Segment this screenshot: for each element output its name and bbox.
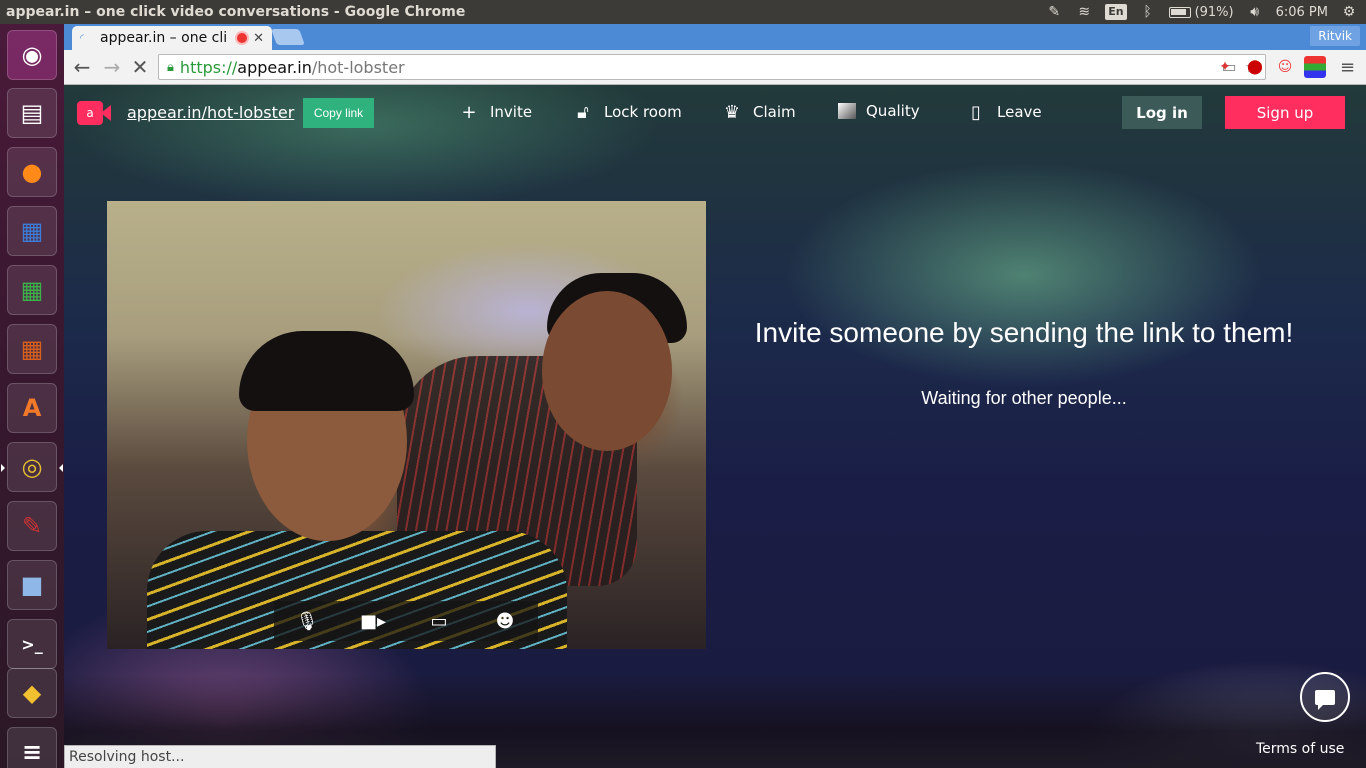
- leave-button[interactable]: ▯ Leave: [965, 101, 1042, 123]
- quality-button[interactable]: Quality: [838, 102, 920, 120]
- video-controls: 🎙︎ ■▸ ▭ ☻: [274, 601, 538, 641]
- chat-button[interactable]: [1300, 672, 1350, 722]
- extension-adblock-icon[interactable]: ⬤: [1244, 56, 1266, 78]
- invite-button[interactable]: + Invite: [458, 101, 533, 123]
- door-icon: ▯: [971, 101, 981, 123]
- calc-icon[interactable]: ▦: [7, 265, 57, 315]
- microphone-icon[interactable]: 🎙︎: [291, 607, 323, 635]
- url-path: /hot-lobster: [311, 57, 405, 77]
- terms-of-use-link[interactable]: Terms of use: [1256, 741, 1344, 757]
- terminal-icon[interactable]: >_: [7, 619, 57, 669]
- secure-lock-icon[interactable]: 🔒︎: [167, 60, 174, 75]
- tab-title: appear.in – one cli: [100, 30, 228, 46]
- invite-heading: Invite someone by sending the link to th…: [754, 317, 1294, 348]
- room-toolbar: a appear.in/hot-lobster Copy link + Invi…: [64, 85, 1366, 141]
- writer-icon[interactable]: ▦: [7, 206, 57, 256]
- profile-button[interactable]: Ritvik: [1310, 26, 1360, 46]
- firefox-icon[interactable]: ●: [7, 147, 57, 197]
- logo-lens: [101, 105, 111, 121]
- chrome-tab-strip: ◜ appear.in – one cli ✕ Ritvik: [64, 24, 1366, 50]
- chrome-toolbar: ← → ✕ 🔒︎ https:// appear.in /hot-lobster…: [64, 50, 1366, 85]
- smiley-icon[interactable]: ☻: [489, 607, 521, 635]
- claim-label: Claim: [753, 103, 796, 121]
- keyboard-layout-indicator[interactable]: En: [1105, 4, 1127, 20]
- clock[interactable]: 6:06 PM: [1276, 5, 1328, 20]
- login-button[interactable]: Log in: [1122, 96, 1202, 129]
- battery-percentage: (91%): [1194, 4, 1234, 20]
- logo-camera-icon: a: [77, 101, 103, 125]
- workspace-switcher-icon[interactable]: ≡: [7, 727, 57, 768]
- ubuntu-dash-icon[interactable]: ◉: [7, 30, 57, 80]
- extensions-area: ✦ ⬤ ☺: [1214, 56, 1326, 78]
- battery-icon: [1168, 6, 1191, 18]
- system-indicators: ✎ ≋ En ᛒ (91%) 🔊︎ 6:06 PM ⚙: [1045, 0, 1358, 24]
- quality-label: Quality: [866, 102, 920, 120]
- unlock-icon: 🔓︎: [577, 101, 589, 123]
- chrome-icon[interactable]: ◎: [1, 442, 63, 492]
- signup-button[interactable]: Sign up: [1225, 96, 1345, 129]
- system-settings-icon[interactable]: ✎: [7, 501, 57, 551]
- url-host: appear.in: [237, 57, 312, 77]
- wine-icon[interactable]: ◆: [7, 668, 57, 718]
- video-camera-icon[interactable]: ■▸: [357, 607, 389, 635]
- crown-icon: ♛: [723, 101, 741, 123]
- leave-label: Leave: [997, 103, 1042, 121]
- chat-bubble-icon: [1315, 689, 1335, 710]
- invite-label: Invite: [490, 103, 533, 121]
- volume-icon[interactable]: 🔊︎: [1246, 4, 1264, 20]
- wifi-icon[interactable]: ≋: [1075, 4, 1093, 20]
- battery-indicator[interactable]: (91%): [1168, 4, 1234, 20]
- video-person-2-face: [542, 291, 672, 451]
- extension-4-icon[interactable]: [1304, 56, 1326, 78]
- tab-appear-in[interactable]: ◜ appear.in – one cli ✕: [72, 26, 272, 50]
- window-title: appear.in – one click video conversation…: [6, 4, 466, 20]
- virtualbox-icon[interactable]: ■: [7, 560, 57, 610]
- plus-icon: +: [461, 101, 477, 123]
- back-button[interactable]: ←: [70, 55, 94, 79]
- copy-link-button[interactable]: Copy link: [303, 98, 374, 128]
- self-video-feed[interactable]: 🎙︎ ■▸ ▭ ☻: [107, 201, 706, 649]
- notes-indicator-icon[interactable]: ✎: [1045, 4, 1063, 20]
- chrome-menu-icon[interactable]: ≡: [1340, 57, 1358, 78]
- recording-indicator-icon: [237, 33, 248, 43]
- unity-launcher: ◉ ▤ ● ▦ ▦ ▦ A ◎ ✎ ■ >_ ◆ ≡: [0, 24, 64, 768]
- new-tab-button[interactable]: [271, 29, 305, 45]
- stop-button[interactable]: ✕: [128, 55, 152, 79]
- session-gear-icon[interactable]: ⚙: [1340, 4, 1358, 20]
- quality-gradient-icon: [838, 103, 856, 119]
- video-person-1-hair: [239, 331, 414, 411]
- close-tab-icon[interactable]: ✕: [253, 31, 264, 46]
- chrome-status-bubble: Resolving host...: [64, 745, 496, 768]
- screen-share-icon[interactable]: ▭: [423, 607, 455, 635]
- impress-icon[interactable]: ▦: [7, 324, 57, 374]
- appear-in-logo[interactable]: a: [77, 99, 111, 127]
- appear-in-page: a appear.in/hot-lobster Copy link + Invi…: [64, 85, 1366, 768]
- url-scheme: https://: [179, 57, 238, 77]
- software-center-icon[interactable]: A: [7, 383, 57, 433]
- lock-room-button[interactable]: 🔓︎ Lock room: [572, 101, 682, 123]
- claim-button[interactable]: ♛ Claim: [721, 101, 796, 123]
- files-icon[interactable]: ▤: [7, 88, 57, 138]
- loading-spinner-icon: ◜: [80, 33, 84, 44]
- address-bar[interactable]: 🔒︎ https:// appear.in /hot-lobster ▭ ☆: [158, 54, 1266, 80]
- forward-button[interactable]: →: [100, 55, 124, 79]
- extension-1-icon[interactable]: ✦: [1214, 56, 1236, 78]
- bluetooth-icon[interactable]: ᛒ: [1139, 4, 1157, 20]
- ubuntu-top-panel: appear.in – one click video conversation…: [0, 0, 1366, 24]
- room-link[interactable]: appear.in/hot-lobster: [127, 103, 294, 122]
- waiting-message: Waiting for other people...: [921, 388, 1127, 408]
- extension-3-icon[interactable]: ☺: [1274, 56, 1296, 78]
- lock-room-label: Lock room: [604, 103, 682, 121]
